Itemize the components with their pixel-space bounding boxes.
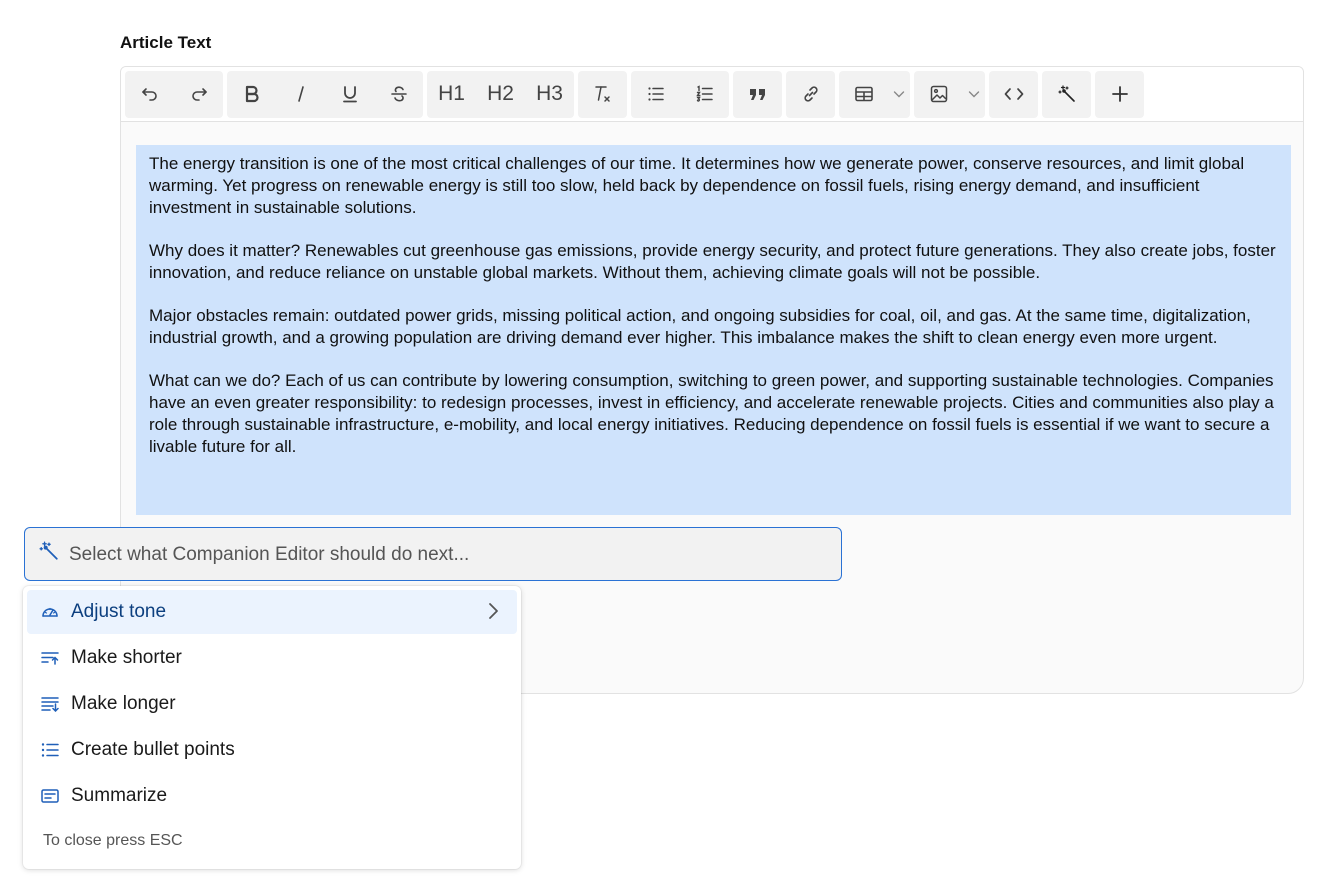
chevron-right-icon bbox=[487, 602, 499, 626]
make-longer-icon bbox=[41, 694, 61, 714]
clear-format-icon bbox=[594, 86, 610, 102]
blockquote-button[interactable] bbox=[733, 71, 782, 118]
bold-button[interactable] bbox=[227, 71, 276, 118]
link-icon bbox=[803, 86, 818, 102]
table-dropdown-button[interactable] bbox=[888, 71, 910, 118]
heading-1-button[interactable]: H1 bbox=[427, 71, 476, 118]
ai-actions-menu: Adjust tone Make shorter Make longer Cre… bbox=[23, 586, 521, 869]
underline-button[interactable] bbox=[325, 71, 374, 118]
toolbar-group-headings: H1 H2 H3 bbox=[427, 70, 574, 118]
bullet-list-button[interactable] bbox=[631, 71, 680, 118]
chevron-down-icon bbox=[893, 91, 905, 98]
field-label: Article Text bbox=[120, 33, 212, 52]
bold-icon bbox=[245, 85, 259, 103]
paragraph: Major obstacles remain: outdated power g… bbox=[149, 306, 1251, 347]
toolbar-group-history bbox=[125, 70, 223, 118]
code-button[interactable] bbox=[989, 71, 1038, 118]
table-button[interactable] bbox=[839, 71, 888, 118]
heading-3-button[interactable]: H3 bbox=[525, 71, 574, 118]
magic-wand-icon bbox=[39, 541, 59, 566]
toolbar-group-table bbox=[839, 70, 910, 118]
menu-item-make-shorter[interactable]: Make shorter bbox=[27, 636, 517, 680]
menu-item-label: Adjust tone bbox=[71, 601, 167, 622]
redo-icon bbox=[191, 88, 207, 101]
italic-icon bbox=[297, 86, 304, 102]
toolbar-group-clear bbox=[578, 70, 627, 118]
table-icon bbox=[854, 86, 873, 102]
toolbar-group-ai bbox=[1042, 70, 1091, 118]
image-dropdown-button[interactable] bbox=[963, 71, 985, 118]
code-icon bbox=[1004, 88, 1023, 100]
insert-button[interactable] bbox=[1095, 71, 1144, 118]
ai-command-bar bbox=[24, 527, 842, 581]
bullet-list-icon bbox=[41, 740, 61, 760]
toolbar-group-lists bbox=[631, 70, 729, 118]
paragraph: Why does it matter? Renewables cut green… bbox=[149, 241, 1276, 282]
strikethrough-icon bbox=[390, 86, 407, 102]
image-icon bbox=[930, 85, 947, 103]
link-button[interactable] bbox=[786, 71, 835, 118]
blockquote-icon bbox=[749, 89, 765, 100]
image-button[interactable] bbox=[914, 71, 963, 118]
undo-icon bbox=[141, 88, 157, 101]
toolbar-group-link bbox=[786, 70, 835, 118]
paragraph: What can we do? Each of us can contribut… bbox=[149, 371, 1274, 456]
menu-item-make-longer[interactable]: Make longer bbox=[27, 682, 517, 726]
make-shorter-icon bbox=[41, 648, 61, 668]
ai-command-input[interactable] bbox=[67, 538, 831, 572]
bullet-list-icon bbox=[647, 87, 664, 101]
menu-item-create-bullet-points[interactable]: Create bullet points bbox=[27, 728, 517, 772]
gauge-icon bbox=[41, 602, 61, 622]
heading-2-button[interactable]: H2 bbox=[476, 71, 525, 118]
magic-wand-icon bbox=[1057, 85, 1075, 102]
menu-item-label: Make longer bbox=[71, 693, 176, 714]
chevron-down-icon bbox=[968, 91, 980, 98]
ai-companion-button[interactable] bbox=[1042, 71, 1091, 118]
menu-item-summarize[interactable]: Summarize bbox=[27, 774, 517, 818]
editor-toolbar: H1 H2 H3 bbox=[121, 67, 1303, 122]
menu-item-label: Create bullet points bbox=[71, 739, 235, 760]
strikethrough-button[interactable] bbox=[374, 71, 423, 118]
plus-icon bbox=[1111, 86, 1128, 102]
toolbar-group-code bbox=[989, 70, 1038, 118]
menu-item-label: Make shorter bbox=[71, 647, 182, 668]
numbered-list-icon bbox=[695, 85, 713, 102]
menu-item-adjust-tone[interactable]: Adjust tone bbox=[27, 590, 517, 634]
clear-format-button[interactable] bbox=[578, 71, 627, 118]
paragraph: The energy transition is one of the most… bbox=[149, 154, 1245, 217]
underline-icon bbox=[342, 86, 357, 103]
menu-item-label: Summarize bbox=[71, 785, 168, 806]
toolbar-group-format bbox=[227, 70, 423, 118]
editor-content-selected[interactable]: The energy transition is one of the most… bbox=[136, 145, 1291, 515]
redo-button[interactable] bbox=[174, 71, 223, 118]
italic-button[interactable] bbox=[276, 71, 325, 118]
summary-icon bbox=[41, 786, 61, 806]
undo-button[interactable] bbox=[125, 71, 174, 118]
numbered-list-button[interactable] bbox=[680, 71, 729, 118]
toolbar-group-quote bbox=[733, 70, 782, 118]
toolbar-group-image bbox=[914, 70, 985, 118]
menu-close-hint: To close press ESC bbox=[43, 832, 183, 849]
toolbar-group-insert bbox=[1095, 70, 1144, 118]
